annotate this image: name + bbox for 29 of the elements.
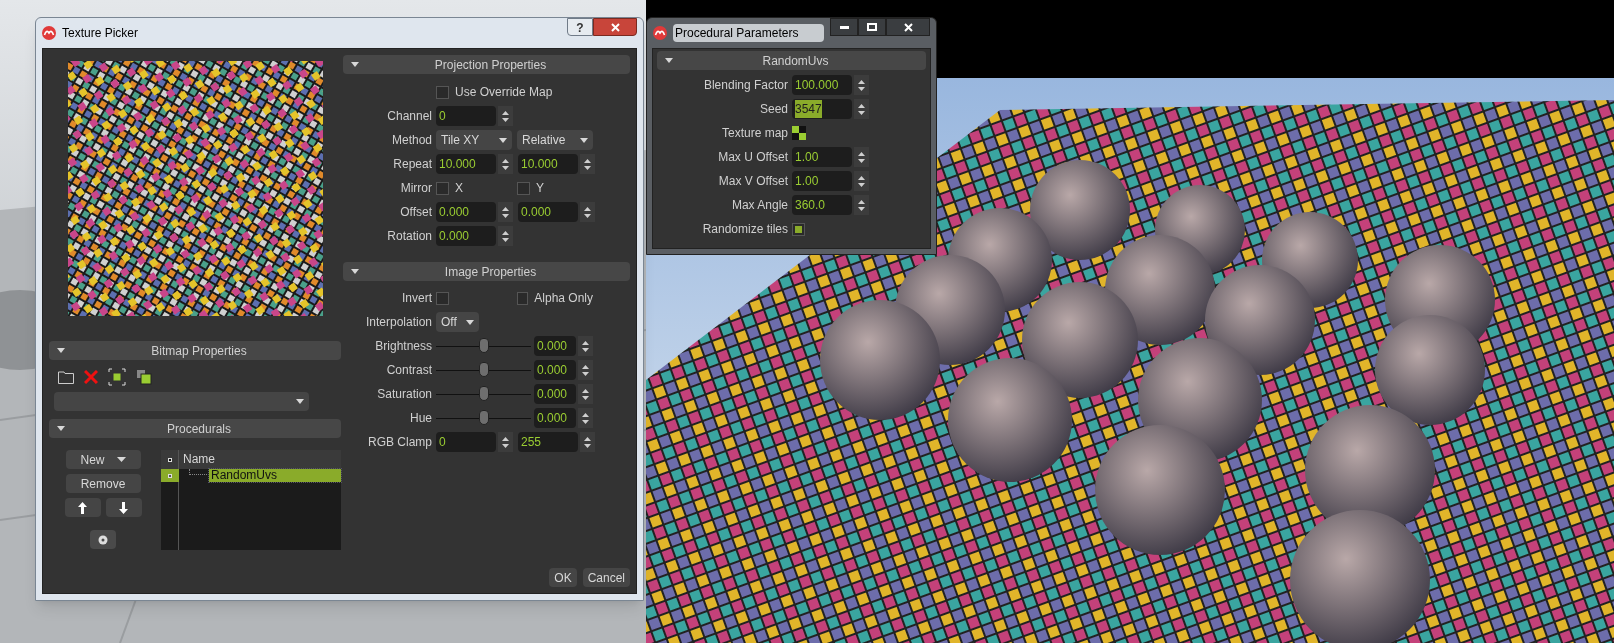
close-button[interactable] (886, 18, 930, 36)
number-field[interactable]: 360.0 (792, 195, 852, 215)
number-field[interactable]: 1.00 (792, 147, 852, 167)
number-field[interactable]: 100.000 (792, 75, 852, 95)
minimize-icon (839, 25, 849, 29)
number-field[interactable]: 1.00 (792, 171, 852, 191)
minimize-button[interactable] (830, 18, 858, 36)
spinner-arrows[interactable] (854, 195, 869, 215)
field-label: Blending Factor (702, 77, 789, 94)
spinner-arrows[interactable] (854, 75, 869, 95)
section-header[interactable]: RandomUvs (657, 51, 926, 70)
field-label: Max V Offset (717, 173, 789, 190)
field-label: Texture map (720, 125, 789, 142)
checkbox[interactable] (792, 222, 805, 236)
app-logo-icon (653, 26, 667, 40)
spinner-arrows[interactable] (854, 147, 869, 167)
field-label: Max Angle (730, 197, 789, 214)
maximize-icon (867, 23, 877, 31)
maximize-button[interactable] (858, 18, 886, 36)
field-label: Randomize tiles (701, 221, 789, 238)
close-icon (903, 22, 913, 32)
checker-icon[interactable] (792, 126, 806, 140)
triangle-icon[interactable] (665, 58, 673, 63)
spinner-arrows[interactable] (854, 99, 869, 119)
field-label: Seed (758, 101, 789, 118)
field-label: Max U Offset (717, 149, 789, 166)
spinner-arrows[interactable] (854, 171, 869, 191)
number-field[interactable]: 3547 (792, 99, 852, 119)
window-title: Procedural Parameters (673, 24, 824, 42)
